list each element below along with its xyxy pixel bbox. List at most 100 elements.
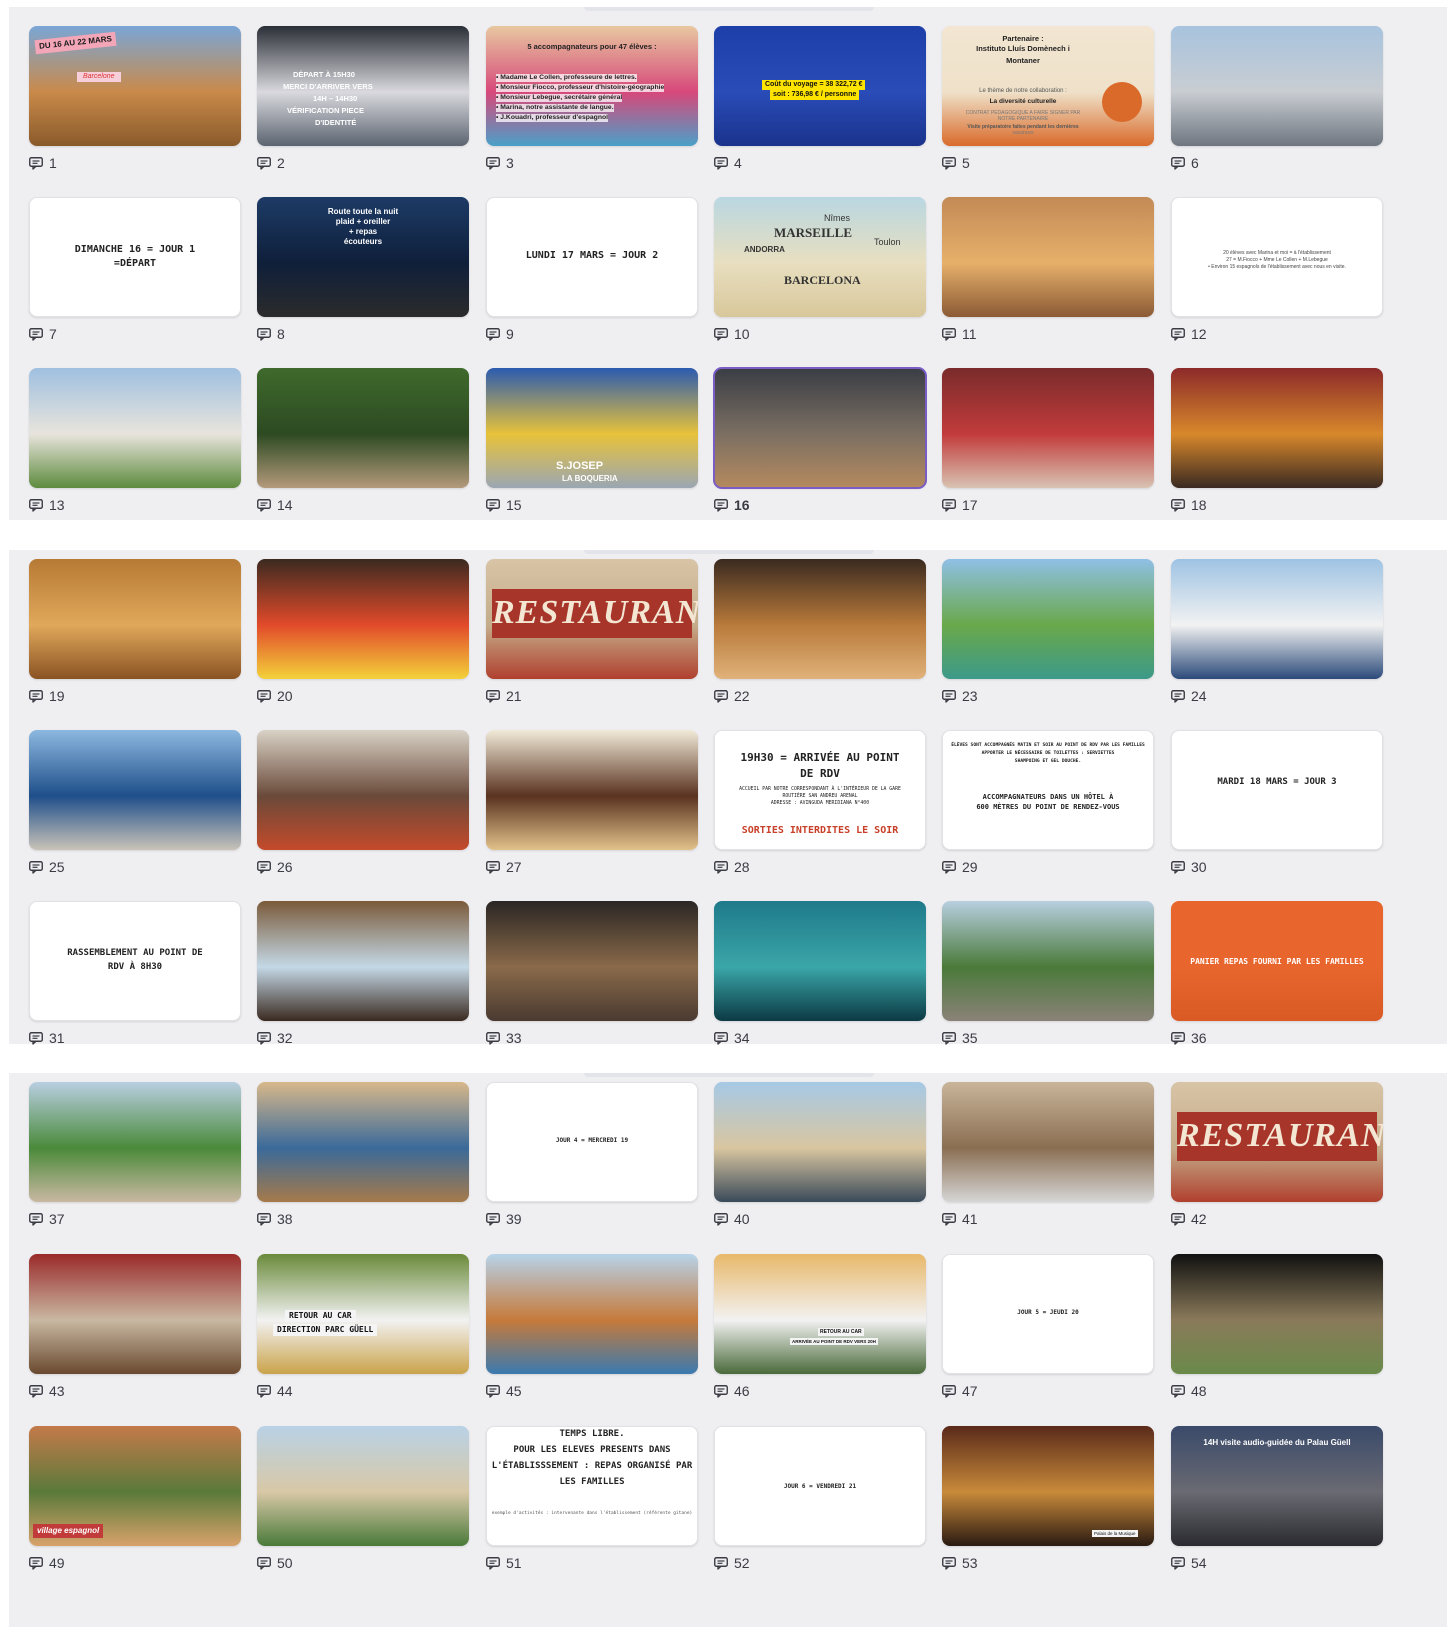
slide-thumbnail-33[interactable] (486, 901, 698, 1021)
slide-thumbnail-49[interactable]: village espagnol (29, 1426, 241, 1546)
notes-icon[interactable] (486, 499, 500, 512)
slide-thumbnail-47[interactable]: JOUR 5 = JEUDI 20 (942, 1254, 1154, 1374)
notes-icon[interactable] (29, 157, 43, 170)
notes-icon[interactable] (486, 157, 500, 170)
slide-thumbnail-26[interactable] (257, 730, 469, 850)
notes-icon[interactable] (486, 1032, 500, 1045)
notes-icon[interactable] (942, 157, 956, 170)
slide-thumbnail-50[interactable] (257, 1426, 469, 1546)
slide-thumbnail-16[interactable] (713, 367, 927, 489)
notes-icon[interactable] (257, 499, 271, 512)
slide-thumbnail-38[interactable] (257, 1082, 469, 1202)
slide-thumbnail-13[interactable] (29, 368, 241, 488)
notes-icon[interactable] (942, 861, 956, 874)
notes-icon[interactable] (29, 328, 43, 341)
slide-thumbnail-52[interactable]: JOUR 6 = VENDREDI 21 (714, 1426, 926, 1546)
slide-thumbnail-44[interactable]: RETOUR AU CAR DIRECTION PARC GÜELL (257, 1254, 469, 1374)
slide-thumbnail-24[interactable] (1171, 559, 1383, 679)
slide-thumbnail-32[interactable] (257, 901, 469, 1021)
slide-thumbnail-5[interactable]: Partenaire : Instituto Lluís Domènech i Mo… (942, 26, 1154, 146)
notes-icon[interactable] (714, 1032, 728, 1045)
notes-icon[interactable] (714, 690, 728, 703)
slide-thumbnail-17[interactable] (942, 368, 1154, 488)
slide-thumbnail-51[interactable]: TEMPS LIBRE. POUR LES ELEVES PRESENTS DAN… (486, 1426, 698, 1546)
slide-thumbnail-42[interactable]: RESTAURANTE (1171, 1082, 1383, 1202)
notes-icon[interactable] (714, 1213, 728, 1226)
slide-thumbnail-53[interactable]: Palais de la Musique (942, 1426, 1154, 1546)
notes-icon[interactable] (29, 1032, 43, 1045)
notes-icon[interactable] (257, 1213, 271, 1226)
slide-thumbnail-20[interactable] (257, 559, 469, 679)
notes-icon[interactable] (1171, 1557, 1185, 1570)
notes-icon[interactable] (942, 328, 956, 341)
notes-icon[interactable] (714, 499, 728, 512)
notes-icon[interactable] (486, 328, 500, 341)
notes-icon[interactable] (714, 861, 728, 874)
slide-thumbnail-54[interactable]: 14H visite audio-guidée du Palau Güell (1171, 1426, 1383, 1546)
notes-icon[interactable] (714, 1385, 728, 1398)
notes-icon[interactable] (1171, 1032, 1185, 1045)
notes-icon[interactable] (1171, 1385, 1185, 1398)
slide-thumbnail-18[interactable] (1171, 368, 1383, 488)
notes-icon[interactable] (257, 1032, 271, 1045)
notes-icon[interactable] (486, 1213, 500, 1226)
slide-thumbnail-27[interactable] (486, 730, 698, 850)
notes-icon[interactable] (29, 1213, 43, 1226)
slide-thumbnail-9[interactable]: LUNDI 17 MARS = JOUR 2 (486, 197, 698, 317)
slide-thumbnail-6[interactable] (1171, 26, 1383, 146)
slide-thumbnail-19[interactable] (29, 559, 241, 679)
notes-icon[interactable] (29, 690, 43, 703)
notes-icon[interactable] (1171, 690, 1185, 703)
notes-icon[interactable] (257, 690, 271, 703)
slide-thumbnail-23[interactable] (942, 559, 1154, 679)
slide-thumbnail-7[interactable]: DIMANCHE 16 = JOUR 1 =DÉPART (29, 197, 241, 317)
slide-thumbnail-45[interactable] (486, 1254, 698, 1374)
slide-thumbnail-21[interactable]: RESTAURANTE (486, 559, 698, 679)
notes-icon[interactable] (714, 157, 728, 170)
notes-icon[interactable] (714, 1557, 728, 1570)
slide-thumbnail-3[interactable]: 5 accompagnateurs pour 47 élèves : • Mada… (486, 26, 698, 146)
slide-thumbnail-2[interactable]: DÉPART À 15H30 MERCI D'ARRIVER VERS 14H – … (257, 26, 469, 146)
slide-thumbnail-22[interactable] (714, 559, 926, 679)
notes-icon[interactable] (29, 499, 43, 512)
notes-icon[interactable] (1171, 157, 1185, 170)
notes-icon[interactable] (714, 328, 728, 341)
notes-icon[interactable] (1171, 861, 1185, 874)
slide-thumbnail-43[interactable] (29, 1254, 241, 1374)
slide-thumbnail-35[interactable] (942, 901, 1154, 1021)
slide-thumbnail-36[interactable]: PANIER REPAS FOURNI PAR LES FAMILLES (1171, 901, 1383, 1021)
slide-thumbnail-28[interactable]: 19H30 = ARRIVÉE AU POINT DE RDV ACCUEIL PA… (714, 730, 926, 850)
slide-thumbnail-37[interactable] (29, 1082, 241, 1202)
slide-thumbnail-31[interactable]: RASSEMBLEMENT AU POINT DE RDV À 8H30 (29, 901, 241, 1021)
notes-icon[interactable] (942, 1385, 956, 1398)
notes-icon[interactable] (942, 1557, 956, 1570)
notes-icon[interactable] (1171, 499, 1185, 512)
notes-icon[interactable] (942, 499, 956, 512)
notes-icon[interactable] (942, 690, 956, 703)
notes-icon[interactable] (1171, 1213, 1185, 1226)
notes-icon[interactable] (486, 861, 500, 874)
slide-thumbnail-39[interactable]: JOUR 4 = MERCREDI 19 (486, 1082, 698, 1202)
notes-icon[interactable] (486, 1385, 500, 1398)
slide-thumbnail-14[interactable] (257, 368, 469, 488)
slide-thumbnail-1[interactable]: DU 16 AU 22 MARS Barcelone (29, 26, 241, 146)
slide-thumbnail-8[interactable]: Route toute la nuit plaid + oreiller + rep… (257, 197, 469, 317)
slide-thumbnail-10[interactable]: MARSEILLE BARCELONA ANDORRA Toulon Nîmes (714, 197, 926, 317)
notes-icon[interactable] (257, 1557, 271, 1570)
notes-icon[interactable] (942, 1032, 956, 1045)
slide-thumbnail-12[interactable]: 20 élèves avec Marina et moi = à l'établ… (1171, 197, 1383, 317)
slide-thumbnail-4[interactable]: Coût du voyage = 38 322,72 € soit : 736,9… (714, 26, 926, 146)
slide-thumbnail-40[interactable] (714, 1082, 926, 1202)
slide-thumbnail-11[interactable] (942, 197, 1154, 317)
notes-icon[interactable] (257, 1385, 271, 1398)
slide-thumbnail-41[interactable] (942, 1082, 1154, 1202)
notes-icon[interactable] (29, 1557, 43, 1570)
notes-icon[interactable] (29, 861, 43, 874)
notes-icon[interactable] (1171, 328, 1185, 341)
slide-thumbnail-29[interactable]: ÉLÈVES SONT ACCOMPAGNÉS MATIN ET SOIR AU… (942, 730, 1154, 850)
slide-thumbnail-48[interactable] (1171, 1254, 1383, 1374)
notes-icon[interactable] (486, 690, 500, 703)
notes-icon[interactable] (257, 861, 271, 874)
slide-thumbnail-15[interactable]: S.JOSEP LA BOQUERIA (486, 368, 698, 488)
notes-icon[interactable] (257, 157, 271, 170)
